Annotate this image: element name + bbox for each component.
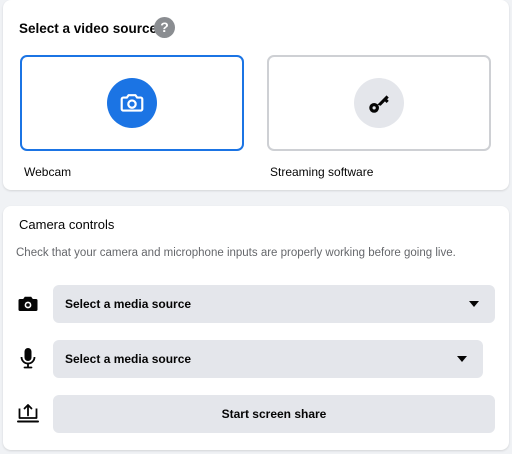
help-icon[interactable]: ? — [154, 17, 175, 38]
microphone-icon — [16, 346, 40, 370]
camera-controls-description: Check that your camera and microphone in… — [16, 247, 456, 259]
microphone-source-value: Select a media source — [65, 352, 192, 366]
key-icon — [354, 78, 404, 128]
video-source-title: Select a video source — [19, 21, 158, 36]
camera-source-select[interactable]: Select a media source — [53, 285, 495, 323]
microphone-source-select[interactable]: Select a media source — [53, 340, 483, 378]
streaming-software-label: Streaming software — [270, 165, 374, 179]
streaming-software-option[interactable] — [267, 55, 491, 151]
start-screen-share-button[interactable]: Start screen share — [53, 395, 495, 433]
camera-icon — [107, 78, 157, 128]
chevron-down-icon — [457, 356, 467, 362]
camera-source-value: Select a media source — [65, 297, 192, 311]
camera-controls-title: Camera controls — [19, 217, 115, 232]
camera-icon — [16, 292, 40, 316]
screen-share-icon — [16, 402, 40, 426]
chevron-down-icon — [469, 301, 479, 307]
webcam-option[interactable] — [20, 55, 244, 151]
webcam-label: Webcam — [24, 165, 72, 179]
